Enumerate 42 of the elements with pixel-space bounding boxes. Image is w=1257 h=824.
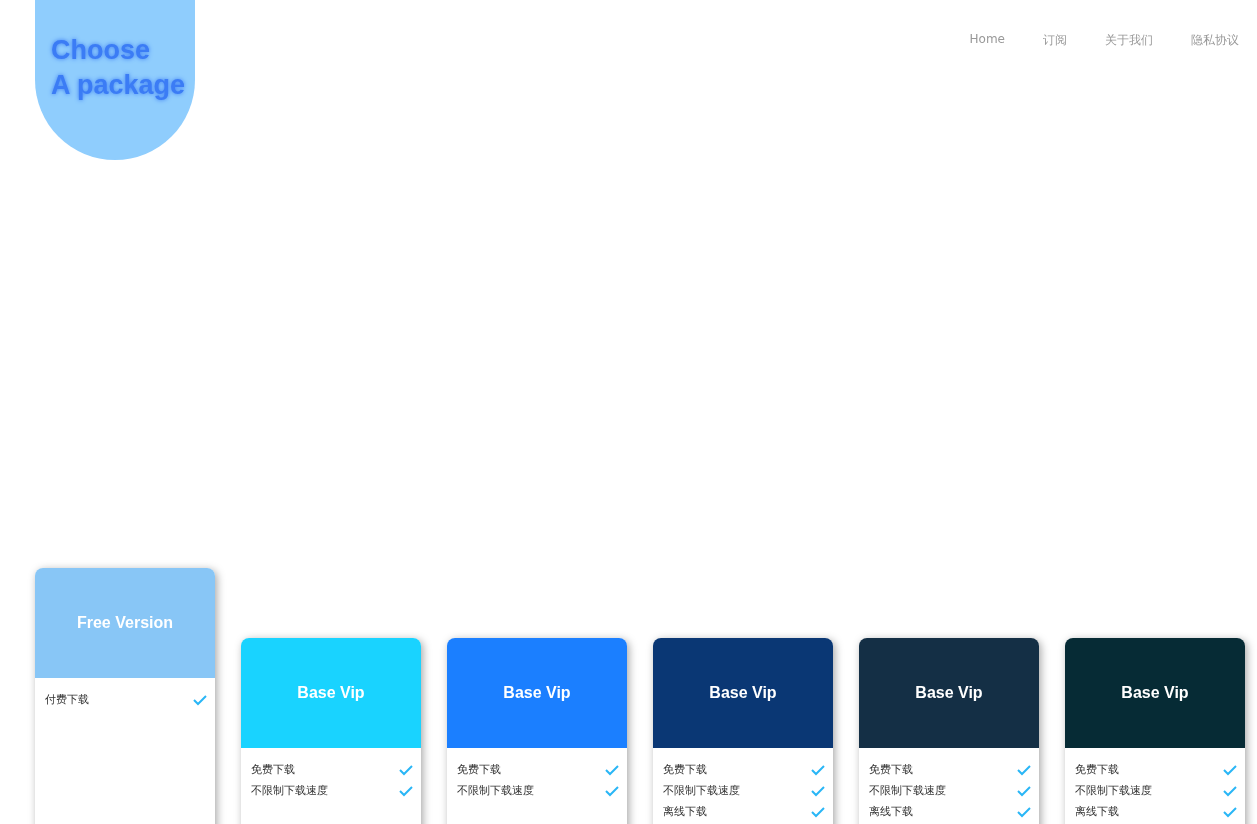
feature-text: 付费下载 <box>45 692 89 707</box>
feature-text: 免费下载 <box>457 762 501 777</box>
feature-text: 不限制下载速度 <box>1075 783 1152 798</box>
plan-card[interactable]: Base Vip 免费下载 不限制下载速度 离线下载 <box>1065 638 1245 824</box>
feature-text: 免费下载 <box>663 762 707 777</box>
logo-text: Choose <box>51 34 151 67</box>
feature-text: 不限制下载速度 <box>869 783 946 798</box>
check-icon <box>1223 805 1237 818</box>
feature-text: 不限制下载速度 <box>251 783 328 798</box>
check-icon <box>811 763 825 776</box>
feature-text: 不限制下载速度 <box>663 783 740 798</box>
feature-text: 免费下载 <box>1075 762 1119 777</box>
plan-title: Base Vip <box>709 684 777 702</box>
feature-text: 免费下载 <box>869 762 913 777</box>
plan-title: Base Vip <box>1121 684 1189 702</box>
check-icon <box>399 763 413 776</box>
check-icon <box>1017 784 1031 797</box>
check-icon <box>811 784 825 797</box>
plan-card[interactable]: Free Version 付费下载 <box>35 568 215 824</box>
feature-text: 离线下载 <box>1075 804 1119 819</box>
plan-title: Free Version <box>76 614 173 632</box>
check-icon <box>1223 784 1237 797</box>
check-icon <box>399 784 413 797</box>
plan-title: Base Vip <box>915 684 983 702</box>
plan-card[interactable]: Base Vip 免费下载 不限制下载速度 <box>447 638 627 824</box>
feature-text: 离线下载 <box>869 804 913 819</box>
plan-card[interactable]: Base Vip 免费下载 不限制下载速度 离线下载 <box>859 638 1039 824</box>
check-icon <box>1017 805 1031 818</box>
plan-title: Base Vip <box>503 684 571 702</box>
plan-card[interactable]: Base Vip 免费下载 不限制下载速度 离线下载 <box>653 638 833 824</box>
check-icon <box>811 805 825 818</box>
check-icon <box>605 784 619 797</box>
feature-text: 免费下载 <box>251 762 295 777</box>
logo-text: A package <box>51 69 187 102</box>
check-icon <box>193 693 207 706</box>
check-icon <box>1017 763 1031 776</box>
feature-text: 离线下载 <box>663 804 707 819</box>
feature-text: 不限制下载速度 <box>457 783 534 798</box>
plan-title: Base Vip <box>297 684 365 702</box>
check-icon <box>605 763 619 776</box>
check-icon <box>1223 763 1237 776</box>
plan-card[interactable]: Base Vip 免费下载 不限制下载速度 <box>241 638 421 824</box>
